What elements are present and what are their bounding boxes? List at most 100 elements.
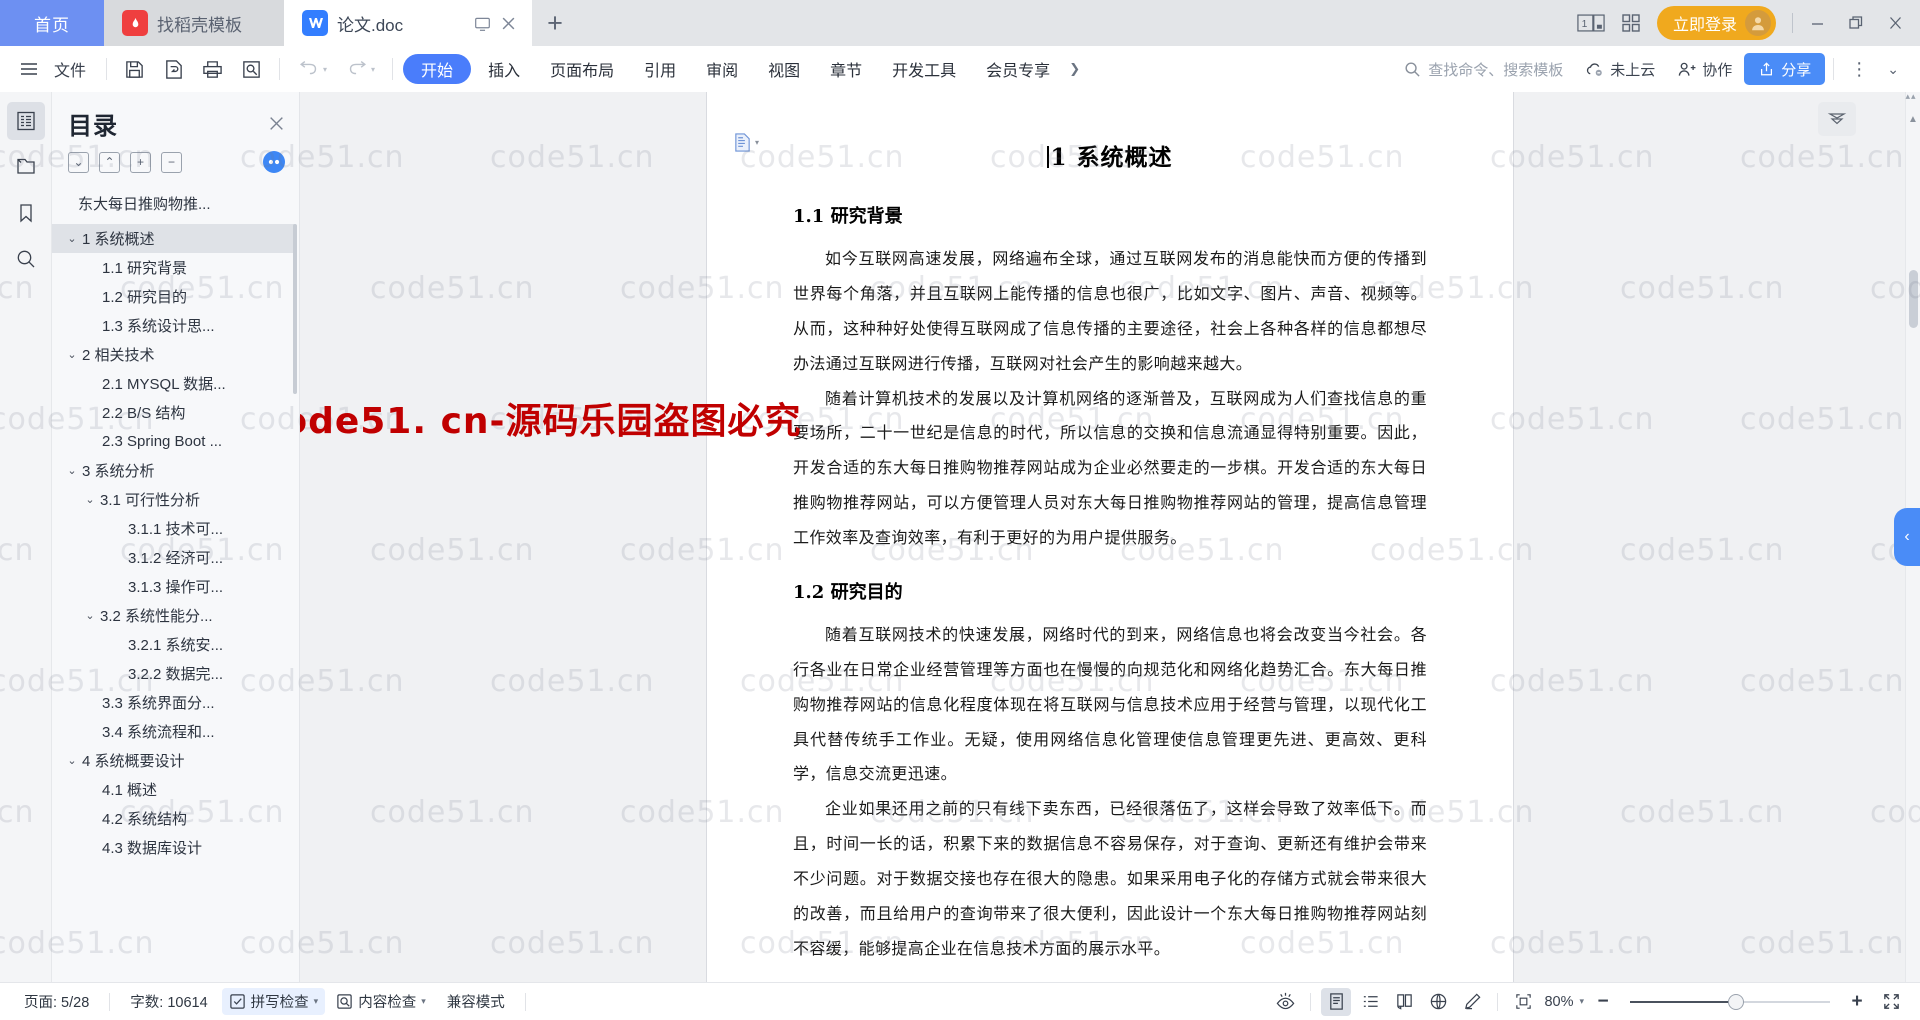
- split-handle[interactable]: ▴▴: [1902, 92, 1920, 101]
- compatibility-mode-label[interactable]: 兼容模式: [437, 991, 515, 1012]
- save-icon[interactable]: [117, 52, 152, 86]
- hamburger-menu-icon[interactable]: [12, 52, 46, 86]
- export-pdf-icon[interactable]: [156, 52, 191, 86]
- page-count-icon[interactable]: 1: [1577, 13, 1605, 33]
- maximize-restore-button[interactable]: [1848, 15, 1865, 31]
- menu-overflow-chevron-icon[interactable]: ❯: [1067, 61, 1080, 77]
- tab-view[interactable]: 视图: [755, 52, 813, 86]
- toc-document-title[interactable]: 东大每日推购物推...: [52, 183, 299, 224]
- toc-item[interactable]: 3.1.3 操作可...: [52, 572, 294, 601]
- zoom-out-button[interactable]: −: [1588, 988, 1618, 1016]
- minimize-button[interactable]: [1809, 16, 1826, 31]
- document-viewport[interactable]: ▾ 1 系统概述 1.1 研究背景 如今互联网高速发展，网络遍布全球，通过互联网…: [300, 92, 1920, 982]
- toc-item[interactable]: 1.3 系统设计思...: [52, 311, 294, 340]
- page-view-icon[interactable]: [1321, 987, 1352, 1016]
- document-page[interactable]: ▾ 1 系统概述 1.1 研究背景 如今互联网高速发展，网络遍布全球，通过互联网…: [707, 92, 1513, 982]
- fit-page-icon[interactable]: [1508, 988, 1538, 1016]
- collapse-ribbon-chevron-icon[interactable]: ⌄: [1879, 61, 1908, 78]
- toc-ai-assistant-icon[interactable]: [263, 151, 285, 173]
- toc-item[interactable]: 3.3 系统界面分...: [52, 688, 294, 717]
- toc-list[interactable]: ⌄ 1 系统概述 1.1 研究背景 1.2 研究目的 1.3 系统设计思... ⌄…: [52, 224, 299, 982]
- content-check-button[interactable]: 内容检查 ▾: [329, 988, 433, 1015]
- more-options-icon[interactable]: ⋮: [1842, 59, 1877, 80]
- toc-item[interactable]: 1.1 研究背景: [52, 253, 294, 282]
- search-input[interactable]: 查找命令、搜索模板: [1394, 53, 1573, 85]
- tab-page-layout[interactable]: 页面布局: [537, 52, 627, 86]
- toc-item[interactable]: 1.2 研究目的: [52, 282, 294, 311]
- chevron-down-icon[interactable]: ⌄: [62, 464, 82, 477]
- tab-insert[interactable]: 插入: [475, 52, 533, 86]
- paragraph-style-icon[interactable]: ▾: [733, 132, 759, 153]
- chevron-down-icon[interactable]: ⌄: [62, 754, 82, 767]
- read-view-icon[interactable]: [1389, 988, 1419, 1016]
- chevron-down-icon[interactable]: ⌄: [80, 493, 100, 506]
- outline-view-icon[interactable]: [1355, 988, 1385, 1016]
- print-preview-icon[interactable]: [234, 52, 269, 86]
- share-button[interactable]: 分享: [1744, 53, 1826, 85]
- chevron-down-icon[interactable]: ⌄: [62, 232, 82, 245]
- tab-cast-icon[interactable]: [474, 15, 491, 32]
- toc-item[interactable]: 4.2 系统结构: [52, 804, 294, 833]
- spell-check-button[interactable]: 拼写检查 ▾: [221, 988, 326, 1015]
- fullscreen-icon[interactable]: [1876, 988, 1906, 1016]
- toc-item[interactable]: ⌄ 3.2 系统性能分...: [52, 601, 294, 630]
- page-fold-button[interactable]: [1818, 102, 1856, 136]
- rail-thumbnails-icon[interactable]: [7, 148, 45, 186]
- chevron-down-icon[interactable]: ⌄: [62, 348, 82, 361]
- toc-item[interactable]: 3.1.1 技术可...: [52, 514, 294, 543]
- tab-member-exclusive[interactable]: 会员专享: [973, 52, 1063, 86]
- new-tab-button[interactable]: +: [532, 0, 578, 46]
- zoom-level-label[interactable]: 80%: [1542, 994, 1575, 1010]
- rail-search-icon[interactable]: [7, 240, 45, 278]
- zoom-slider[interactable]: [1630, 993, 1830, 1011]
- rail-bookmark-icon[interactable]: [7, 194, 45, 232]
- collapse-right-panel-button[interactable]: ‹: [1894, 508, 1920, 566]
- home-tab[interactable]: 首页: [0, 0, 104, 46]
- file-menu-button[interactable]: 文件: [50, 52, 96, 86]
- chevron-down-icon[interactable]: ▾: [1579, 996, 1584, 1007]
- toc-item[interactable]: 4.3 数据库设计: [52, 833, 294, 862]
- zoom-in-button[interactable]: +: [1842, 988, 1872, 1016]
- toc-item[interactable]: ⌄ 1 系统概述: [52, 224, 294, 253]
- tab-document-active[interactable]: 论文.doc: [284, 0, 532, 46]
- grid-apps-icon[interactable]: [1621, 13, 1641, 33]
- toc-expand-all-icon[interactable]: +: [130, 151, 151, 173]
- scrollbar-thumb[interactable]: [1909, 270, 1918, 328]
- toc-item[interactable]: ⌄ 3 系统分析: [52, 456, 294, 485]
- focus-eye-icon[interactable]: [1270, 988, 1300, 1016]
- chevron-down-icon[interactable]: ⌄: [80, 609, 100, 622]
- toc-scrollbar[interactable]: [293, 224, 297, 394]
- toc-item[interactable]: ⌄ 4 系统概要设计: [52, 746, 294, 775]
- toc-item[interactable]: 3.1.2 经济可...: [52, 543, 294, 572]
- web-view-icon[interactable]: [1423, 988, 1453, 1016]
- toc-item[interactable]: 3.2.2 数据完...: [52, 659, 294, 688]
- toc-item[interactable]: 3.4 系统流程和...: [52, 717, 294, 746]
- rail-outline-icon[interactable]: [6, 102, 45, 140]
- toc-item[interactable]: 3.2.1 系统安...: [52, 630, 294, 659]
- toc-collapse-down-icon[interactable]: ⌄: [68, 151, 89, 173]
- toc-item[interactable]: ⌄ 2 相关技术: [52, 340, 294, 369]
- tab-references[interactable]: 引用: [631, 52, 689, 86]
- page-indicator[interactable]: 页面: 5/28: [14, 991, 99, 1012]
- tab-review[interactable]: 审阅: [693, 52, 751, 86]
- toc-collapse-all-icon[interactable]: −: [161, 151, 182, 173]
- toc-item[interactable]: ⌄ 3.1 可行性分析: [52, 485, 294, 514]
- tab-section[interactable]: 章节: [817, 52, 875, 86]
- redo-icon[interactable]: ▾: [338, 52, 382, 86]
- tab-developer-tools[interactable]: 开发工具: [879, 52, 969, 86]
- login-button[interactable]: 立即登录: [1656, 6, 1776, 40]
- toc-collapse-up-icon[interactable]: ⌃: [99, 151, 120, 173]
- cloud-status-button[interactable]: 未上云: [1575, 59, 1665, 80]
- scroll-up-arrow-icon[interactable]: ▲: [1906, 114, 1920, 125]
- tab-start[interactable]: 开始: [403, 54, 472, 84]
- close-button[interactable]: [1887, 15, 1904, 31]
- chevron-down-icon[interactable]: ▾: [314, 996, 319, 1007]
- tab-docer-template[interactable]: 找稻壳模板: [104, 0, 284, 46]
- collaborate-button[interactable]: 协作: [1667, 59, 1742, 80]
- toc-item[interactable]: 2.2 B/S 结构: [52, 398, 294, 427]
- toc-close-icon[interactable]: [268, 115, 285, 132]
- tab-close-icon[interactable]: [501, 16, 516, 31]
- edit-pen-icon[interactable]: [1457, 988, 1487, 1016]
- undo-icon[interactable]: ▾: [290, 52, 334, 86]
- chevron-down-icon[interactable]: ▾: [421, 996, 426, 1007]
